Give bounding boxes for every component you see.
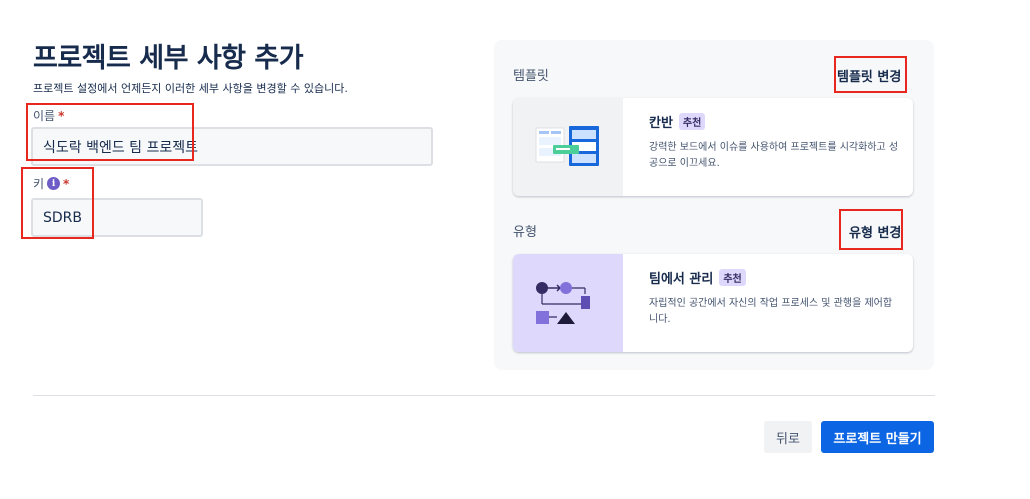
name-input[interactable]: 식도락 백엔드 팀 프로젝트 (31, 127, 433, 166)
required-mark: * (63, 176, 70, 191)
key-input[interactable]: SDRB (31, 198, 203, 237)
page-description: 프로젝트 설정에서 언제든지 이러한 세부 사항을 변경할 수 있습니다. (33, 82, 348, 95)
footer-divider (33, 395, 935, 396)
recommended-badge: 추천 (719, 269, 746, 286)
type-section-label: 유형 (513, 225, 537, 240)
create-project-button[interactable]: 프로젝트 만들기 (821, 421, 934, 453)
template-card-kanban[interactable]: 칸반 추천 강력한 보드에서 이슈를 사용하여 프로젝트를 시각화하고 성공으로… (513, 98, 913, 196)
template-card-body: 칸반 추천 강력한 보드에서 이슈를 사용하여 프로젝트를 시각화하고 성공으로… (623, 98, 899, 196)
recommended-badge: 추천 (678, 113, 706, 130)
info-icon[interactable]: i (47, 177, 61, 190)
template-card-title: 칸반 (649, 116, 673, 131)
back-button[interactable]: 뒤로 (764, 421, 812, 453)
name-field-label: 이름 * (33, 107, 64, 124)
type-card-description: 자립적인 공간에서 자신의 작업 프로세스 및 관행을 제어합니다. (649, 298, 893, 325)
name-label-text: 이름 (33, 109, 56, 123)
template-card-title-row: 칸반 추천 (649, 112, 899, 131)
key-label-text: 키 (33, 177, 45, 191)
page-title: 프로젝트 세부 사항 추가 (33, 43, 304, 74)
change-template-button[interactable]: 템플릿 변경 (837, 66, 901, 85)
kanban-board-icon (513, 98, 623, 196)
type-card-title-row: 팀에서 관리 추천 (649, 268, 899, 287)
type-card-body: 팀에서 관리 추천 자립적인 공간에서 자신의 작업 프로세스 및 관행을 제어… (623, 254, 899, 352)
template-section-label: 템플릿 (513, 69, 549, 84)
key-field-label: 키 i * (33, 175, 69, 192)
type-card-title: 팀에서 관리 (649, 272, 714, 287)
type-card-team-managed[interactable]: 팀에서 관리 추천 자립적인 공간에서 자신의 작업 프로세스 및 관행을 제어… (513, 254, 913, 352)
change-type-button[interactable]: 유형 변경 (849, 222, 901, 241)
required-mark: * (58, 108, 65, 123)
team-managed-workflow-icon (513, 254, 623, 352)
template-card-description: 강력한 보드에서 이슈를 사용하여 프로젝트를 시각화하고 성공으로 이끄세요. (649, 142, 899, 169)
